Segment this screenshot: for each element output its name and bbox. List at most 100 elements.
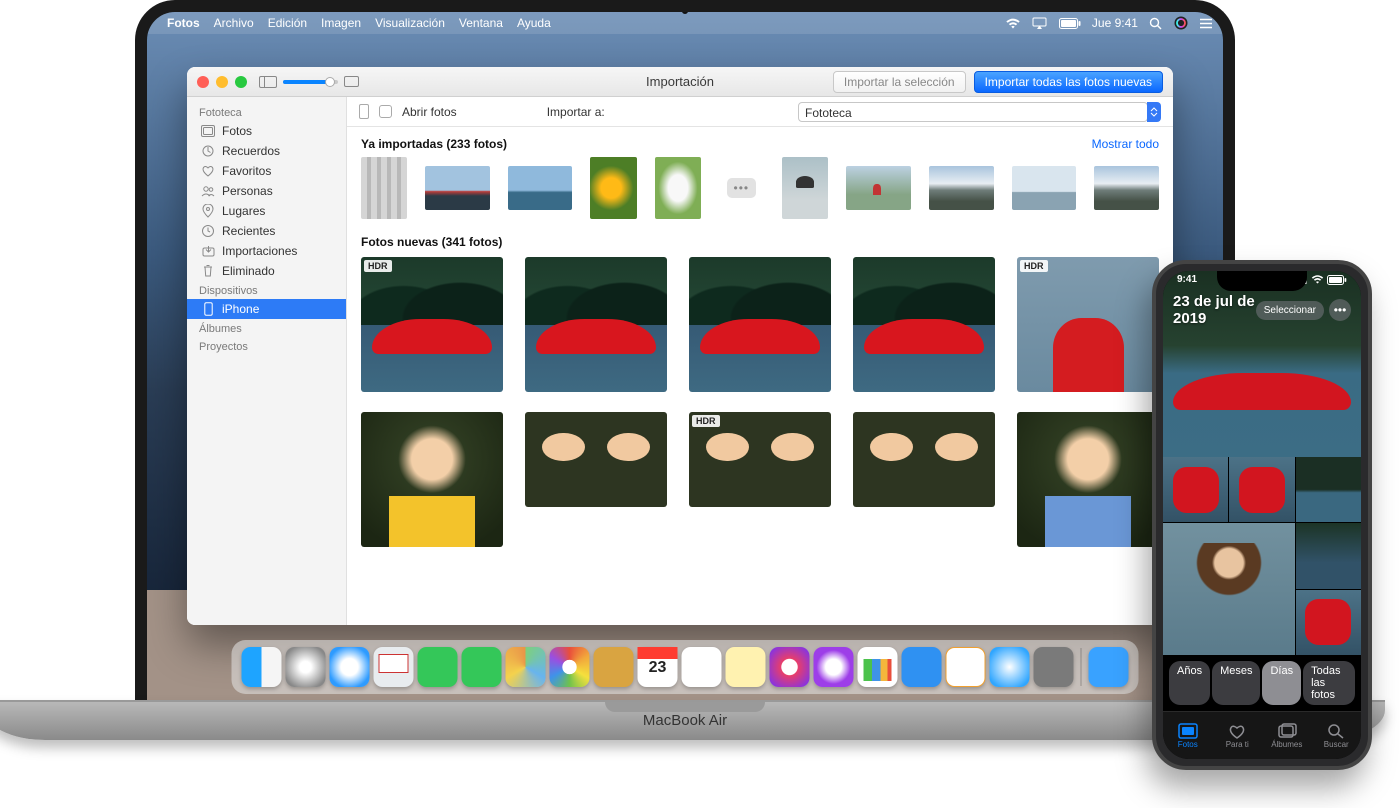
minimize-button[interactable] [216, 76, 228, 88]
dock-separator [1081, 648, 1082, 686]
iphone-thumb[interactable] [1296, 523, 1361, 588]
search-icon[interactable] [1149, 17, 1162, 30]
thumb[interactable]: HDR [361, 257, 503, 392]
sidebar-item-recuerdos[interactable]: Recuerdos [187, 141, 346, 161]
dock-finder[interactable] [242, 647, 282, 687]
app-name[interactable]: Fotos [167, 16, 200, 30]
dock-safari[interactable] [330, 647, 370, 687]
airplay-icon[interactable] [1032, 17, 1047, 29]
seg-todas[interactable]: Todas las fotos [1303, 661, 1355, 705]
thumb[interactable] [508, 166, 573, 210]
iphone-hero-photo[interactable]: 23 de jul de 2019 Seleccionar ••• [1163, 271, 1361, 457]
dock-reminders[interactable] [682, 647, 722, 687]
dock-calendar[interactable] [638, 647, 678, 687]
aspect-icon[interactable] [344, 76, 359, 87]
sidebar-item-iphone[interactable]: iPhone [187, 299, 346, 319]
battery-icon[interactable] [1059, 18, 1081, 29]
dock-music[interactable] [770, 647, 810, 687]
thumb[interactable] [590, 157, 636, 219]
sidebar-item-recientes[interactable]: Recientes [187, 221, 346, 241]
sidebar-item-fotos[interactable]: Fotos [187, 121, 346, 141]
wifi-icon[interactable] [1005, 18, 1021, 29]
heart-icon [201, 164, 215, 178]
dock-contacts[interactable] [594, 647, 634, 687]
iphone-select-button[interactable]: Seleccionar [1256, 301, 1324, 320]
dock-launchpad[interactable] [286, 647, 326, 687]
iphone-thumb[interactable] [1163, 457, 1228, 522]
import-all-new-button[interactable]: Importar todas las fotos nuevas [974, 71, 1163, 93]
sidebar-toggle-icon[interactable] [259, 76, 277, 88]
dock-downloads[interactable] [1089, 647, 1129, 687]
menu-edicion[interactable]: Edición [268, 16, 307, 30]
menu-ventana[interactable]: Ventana [459, 16, 503, 30]
siri-icon[interactable] [1174, 16, 1188, 30]
macos-desktop: Fotos Archivo Edición Imagen Visualizaci… [147, 12, 1223, 700]
thumbnail-zoom-slider[interactable] [283, 80, 338, 84]
iphone-thumb[interactable] [1163, 523, 1295, 655]
thumb[interactable] [929, 166, 994, 210]
thumb[interactable] [853, 412, 995, 507]
fullscreen-button[interactable] [235, 76, 247, 88]
dock-keynote[interactable] [902, 647, 942, 687]
thumb[interactable] [853, 257, 995, 392]
dock-notes[interactable] [726, 647, 766, 687]
close-button[interactable] [197, 76, 209, 88]
import-main: Abrir fotos Importar a: Fototeca [347, 97, 1173, 625]
thumb[interactable] [525, 412, 667, 507]
sidebar-item-lugares[interactable]: Lugares [187, 201, 346, 221]
thumb[interactable] [525, 257, 667, 392]
notification-center-icon[interactable] [1199, 18, 1213, 29]
iphone-thumb[interactable] [1229, 457, 1294, 522]
thumb[interactable] [1017, 412, 1159, 547]
tab-buscar[interactable]: Buscar [1312, 712, 1362, 759]
dock-numbers[interactable] [858, 647, 898, 687]
iphone-more-button[interactable]: ••• [1329, 299, 1351, 321]
sidebar-item-eliminado[interactable]: Eliminado [187, 261, 346, 281]
iphone-thumb[interactable] [1296, 457, 1361, 522]
thumb[interactable] [425, 166, 490, 210]
dock-pages[interactable] [946, 647, 986, 687]
dock-podcasts[interactable] [814, 647, 854, 687]
sidebar-item-importaciones[interactable]: Importaciones [187, 241, 346, 261]
dock-appstore[interactable] [990, 647, 1030, 687]
seg-anos[interactable]: Años [1169, 661, 1210, 705]
open-photos-checkbox[interactable] [379, 105, 392, 118]
tab-albumes[interactable]: Álbumes [1262, 712, 1312, 759]
tab-para-ti[interactable]: Para ti [1213, 712, 1263, 759]
thumb[interactable] [1012, 166, 1077, 210]
clock[interactable]: Jue 9:41 [1092, 16, 1138, 30]
dock-facetime[interactable] [462, 647, 502, 687]
sidebar-item-favoritos[interactable]: Favoritos [187, 161, 346, 181]
menu-imagen[interactable]: Imagen [321, 16, 361, 30]
thumb[interactable] [361, 412, 503, 547]
dock-maps[interactable] [506, 647, 546, 687]
dock-mail[interactable] [374, 647, 414, 687]
menu-archivo[interactable]: Archivo [214, 16, 254, 30]
sidebar-item-personas[interactable]: Personas [187, 181, 346, 201]
menu-visualizacion[interactable]: Visualización [375, 16, 445, 30]
thumb[interactable] [846, 166, 911, 210]
thumb[interactable]: HDR [1017, 257, 1159, 392]
seg-dias[interactable]: Días [1262, 661, 1301, 705]
thumb[interactable] [361, 157, 407, 219]
thumb[interactable] [1094, 166, 1159, 210]
menu-ayuda[interactable]: Ayuda [517, 16, 551, 30]
thumb[interactable] [689, 257, 831, 392]
dock-messages[interactable] [418, 647, 458, 687]
new-photos-grid: HDR HDR HDR [361, 257, 1159, 547]
import-selection-button[interactable]: Importar la selección [833, 71, 966, 93]
thumb[interactable] [782, 157, 828, 219]
label: Fotos [222, 124, 252, 138]
more-thumbs[interactable]: ••• [727, 178, 756, 198]
dock-photos[interactable] [550, 647, 590, 687]
import-to-select[interactable]: Fototeca [798, 102, 1161, 122]
thumb[interactable] [655, 157, 701, 219]
show-all-link[interactable]: Mostrar todo [1092, 137, 1159, 151]
battery-icon [1327, 275, 1347, 285]
iphone-thumb[interactable] [1296, 590, 1361, 655]
tab-fotos[interactable]: Fotos [1163, 712, 1213, 759]
dock-preferences[interactable] [1034, 647, 1074, 687]
seg-meses[interactable]: Meses [1212, 661, 1260, 705]
import-content[interactable]: Ya importadas (233 fotos) Mostrar todo •… [347, 127, 1173, 625]
thumb[interactable]: HDR [689, 412, 831, 507]
